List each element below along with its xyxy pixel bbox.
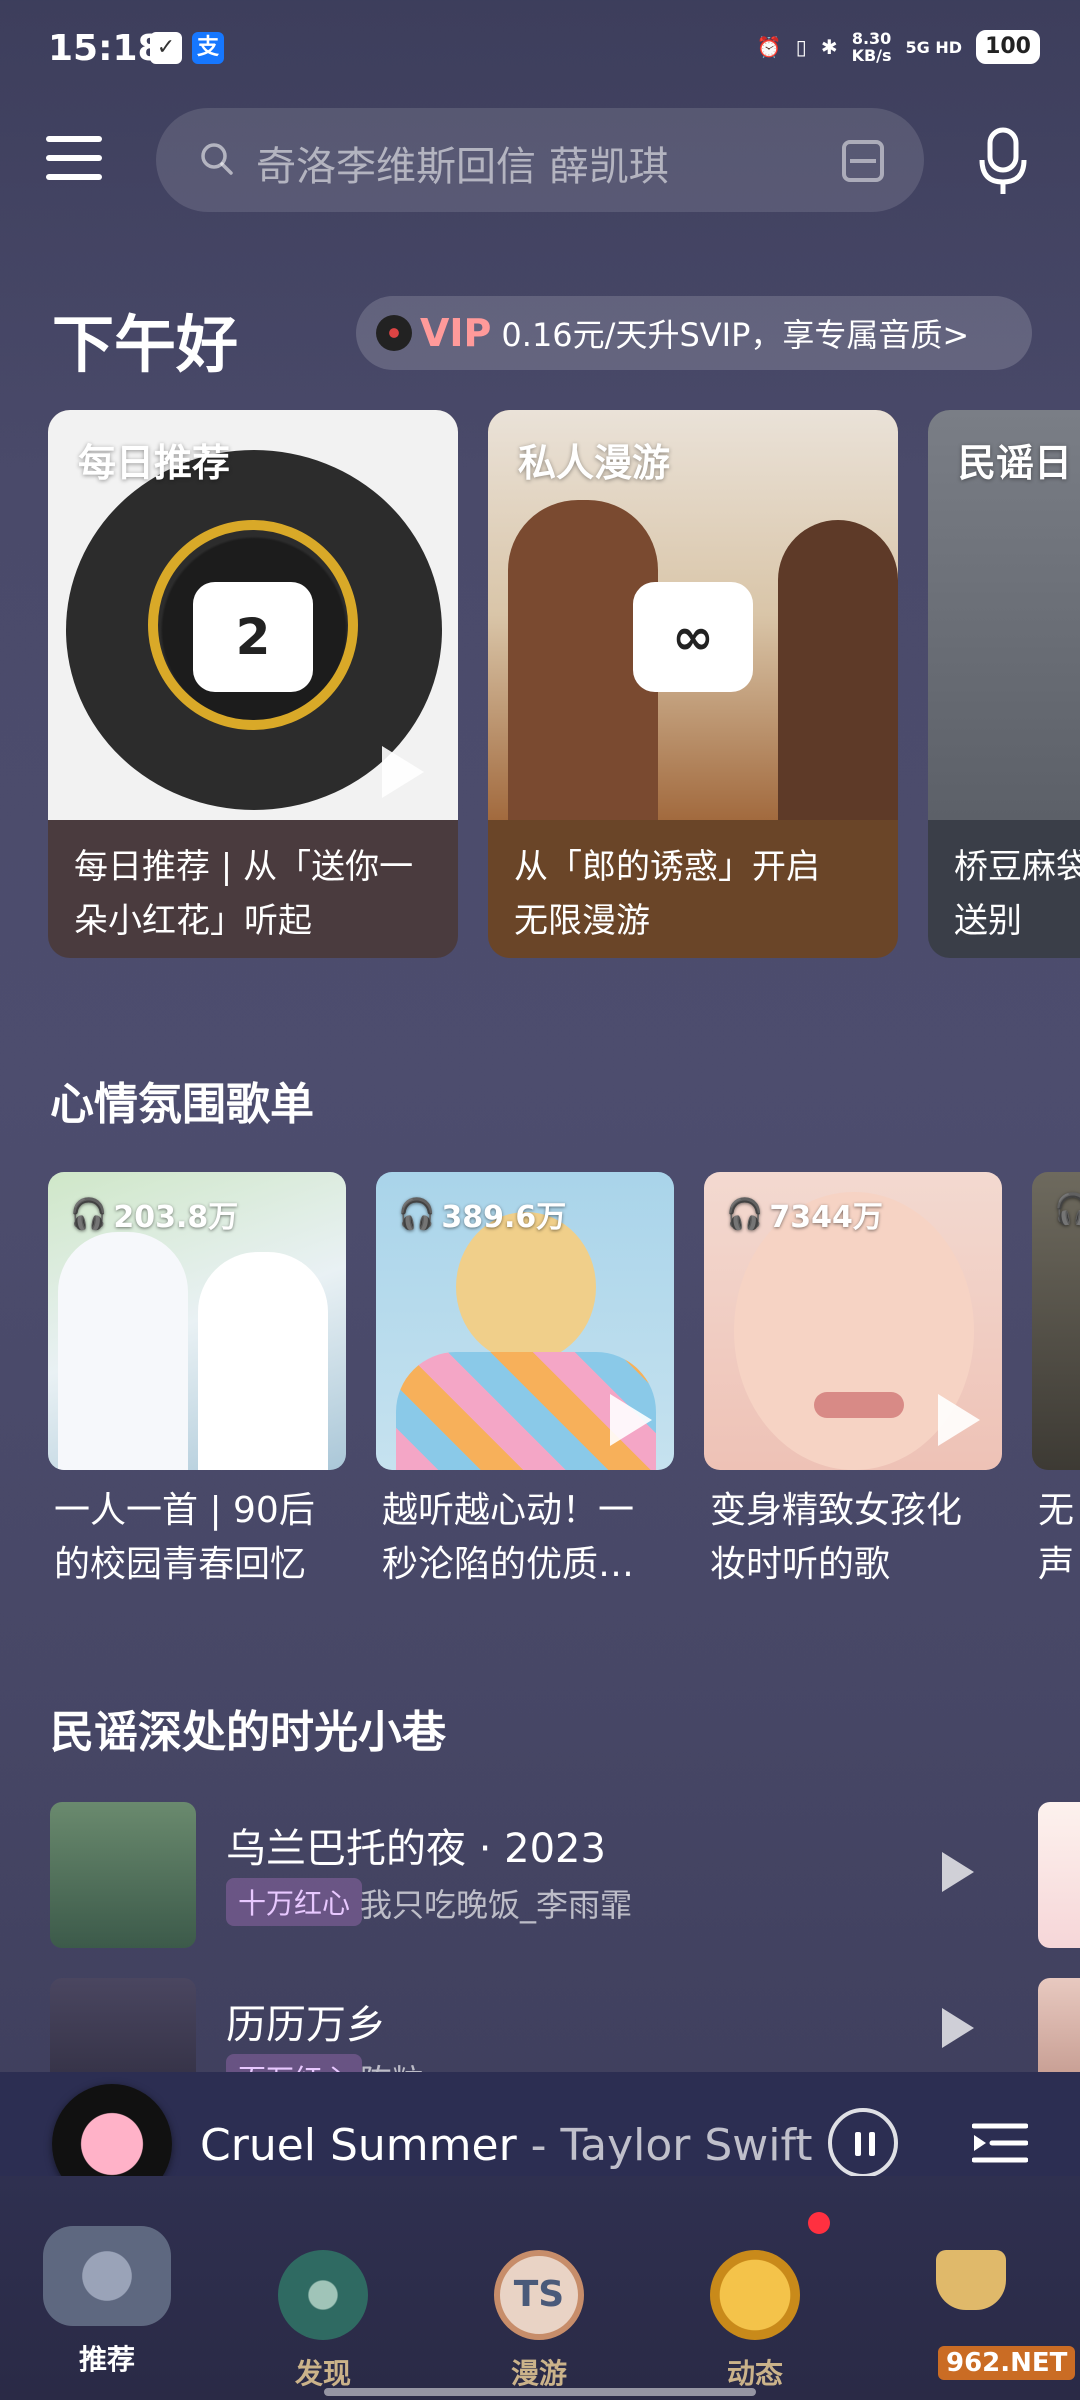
search-icon xyxy=(201,143,233,175)
headphones-icon: 🎧 xyxy=(398,1196,436,1232)
song-title: 历历万乡 xyxy=(226,2002,386,2048)
vinyl-record-icon xyxy=(278,2250,368,2340)
card-tag: 私人漫游 xyxy=(518,441,671,485)
battery-indicator: 100 xyxy=(976,30,1040,64)
infinity-icon: ∞ xyxy=(633,582,753,692)
playlist-card[interactable]: 🎧 7344万 变身精致女孩化 妆时听的歌 xyxy=(704,1172,1002,1592)
vinyl-icon xyxy=(376,315,412,351)
playlist-title: 越听越心动！一 秒沦陷的优质… xyxy=(382,1490,635,1585)
headphones-icon: 🎧 xyxy=(70,1196,108,1232)
headphones-icon: 🎧 xyxy=(1054,1192,1080,1227)
nav-roaming[interactable]: TS 漫游 xyxy=(464,2250,614,2392)
notification-dot xyxy=(808,2212,830,2234)
song-cover xyxy=(50,1802,196,1948)
song-cover xyxy=(50,1978,196,2072)
playlist-card[interactable]: 🎧 无 声 xyxy=(1032,1172,1080,1592)
play-count: 🎧 203.8万 xyxy=(70,1196,239,1236)
song-side-cover xyxy=(1038,1978,1080,2072)
card-caption: 每日推荐 | 从「送你一 朵小红花」听起 xyxy=(74,847,414,941)
section-title-mood: 心情氛围歌单 xyxy=(50,1079,314,1130)
play-count: 🎧 xyxy=(1054,1192,1080,1227)
vip-banner[interactable]: VIP 0.16元/天升SVIP，享专属音质> xyxy=(356,296,1032,370)
play-count: 🎧 389.6万 xyxy=(398,1196,567,1236)
home-indicator[interactable] xyxy=(324,2388,756,2396)
playlist-title: 一人一首 | 90后 的校园青春回忆 xyxy=(54,1490,315,1585)
scan-icon[interactable] xyxy=(842,140,884,182)
song-artist: 陈粒 xyxy=(360,2056,424,2072)
alarm-icon: ⏰ xyxy=(756,35,782,59)
site-watermark: 962.NET xyxy=(938,2346,1076,2380)
card-caption: 桥豆麻袋 送别 xyxy=(954,847,1080,941)
nav-dynamics[interactable]: 动态 xyxy=(680,2250,830,2392)
search-bar[interactable]: 奇洛李维斯回信 薛凯琪 xyxy=(156,108,924,212)
song-badge: 十万红心 xyxy=(226,1878,363,1926)
play-count: 🎧 7344万 xyxy=(726,1196,883,1236)
playlist-title: 变身精致女孩化 妆时听的歌 xyxy=(710,1490,963,1585)
menu-icon[interactable] xyxy=(46,136,102,184)
folk-day-card[interactable]: 民谣日 桥豆麻袋 送别 xyxy=(928,410,1080,958)
ts-badge-icon: TS xyxy=(494,2250,584,2340)
now-playing-title[interactable]: Cruel Summer - Taylor Swift xyxy=(200,2120,812,2171)
section-title-folk: 民谣深处的时光小巷 xyxy=(50,1707,446,1758)
lamp-icon xyxy=(936,2250,1006,2310)
status-right: ⏰ ▯ ✱ 8.30 KB/s 5G HD 100 xyxy=(757,30,1040,64)
play-icon[interactable] xyxy=(610,1394,652,1446)
playlist-card[interactable]: 🎧 389.6万 越听越心动！一 秒沦陷的优质… xyxy=(376,1172,674,1592)
song-row[interactable]: 历历万乡 百万红心 陈粒 xyxy=(50,1978,1080,2072)
daily-recommend-card[interactable]: 每日推荐 2 每日推荐 | 从「送你一 朵小红花」听起 xyxy=(48,410,458,958)
playlist-queue-icon[interactable] xyxy=(972,2120,1028,2166)
vibrate-icon: ▯ xyxy=(795,35,807,59)
play-icon[interactable] xyxy=(382,746,424,798)
card-tag: 民谣日 xyxy=(958,441,1073,485)
check-notification-icon: ✓ xyxy=(150,32,182,64)
play-icon[interactable] xyxy=(942,2008,974,2048)
telephone-icon xyxy=(43,2226,171,2326)
pocket-watch-icon xyxy=(710,2250,800,2340)
song-row[interactable]: 乌兰巴托的夜 · 2023 十万红心 我只吃晚饭_李雨霏 xyxy=(50,1802,1080,1948)
microphone-icon[interactable] xyxy=(978,126,1028,196)
nav-discover[interactable]: 发现 xyxy=(248,2250,398,2392)
card-tag: 每日推荐 xyxy=(78,441,231,485)
status-bar: 15:18 ✓ 支 ⏰ ▯ ✱ 8.30 KB/s 5G HD 100 xyxy=(0,0,1080,100)
play-icon[interactable] xyxy=(942,1852,974,1892)
alipay-notification-icon: 支 xyxy=(192,32,224,64)
play-icon[interactable] xyxy=(938,1394,980,1446)
calendar-icon: 2 xyxy=(193,582,313,692)
song-title: 乌兰巴托的夜 · 2023 xyxy=(226,1826,606,1872)
nav-recommend[interactable]: 推荐 xyxy=(32,2226,182,2378)
playlist-title: 无 声 xyxy=(1038,1490,1075,1585)
song-badge: 百万红心 xyxy=(226,2054,363,2072)
net-speed: 8.30 KB/s xyxy=(851,29,892,65)
network-indicator: 5G HD xyxy=(905,37,963,57)
bluetooth-icon: ✱ xyxy=(820,35,838,59)
playlist-card[interactable]: 🎧 203.8万 一人一首 | 90后 的校园青春回忆 xyxy=(48,1172,346,1592)
greeting-title: 下午好 xyxy=(52,308,239,381)
song-side-cover xyxy=(1038,1802,1080,1948)
search-placeholder: 奇洛李维斯回信 薛凯琪 xyxy=(256,144,669,190)
headphones-icon: 🎧 xyxy=(726,1196,764,1232)
vip-tag: VIP xyxy=(420,311,492,355)
status-time: 15:18 xyxy=(48,28,163,69)
card-caption: 从「郎的诱惑」开启 无限漫游 xyxy=(514,847,820,941)
song-artist: 我只吃晚饭_李雨霏 xyxy=(360,1886,633,1924)
private-roaming-card[interactable]: 私人漫游 ∞ 从「郎的诱惑」开启 无限漫游 xyxy=(488,410,898,958)
pause-button[interactable] xyxy=(828,2108,898,2178)
vip-text: 0.16元/天升SVIP，享专属音质> xyxy=(501,316,970,354)
